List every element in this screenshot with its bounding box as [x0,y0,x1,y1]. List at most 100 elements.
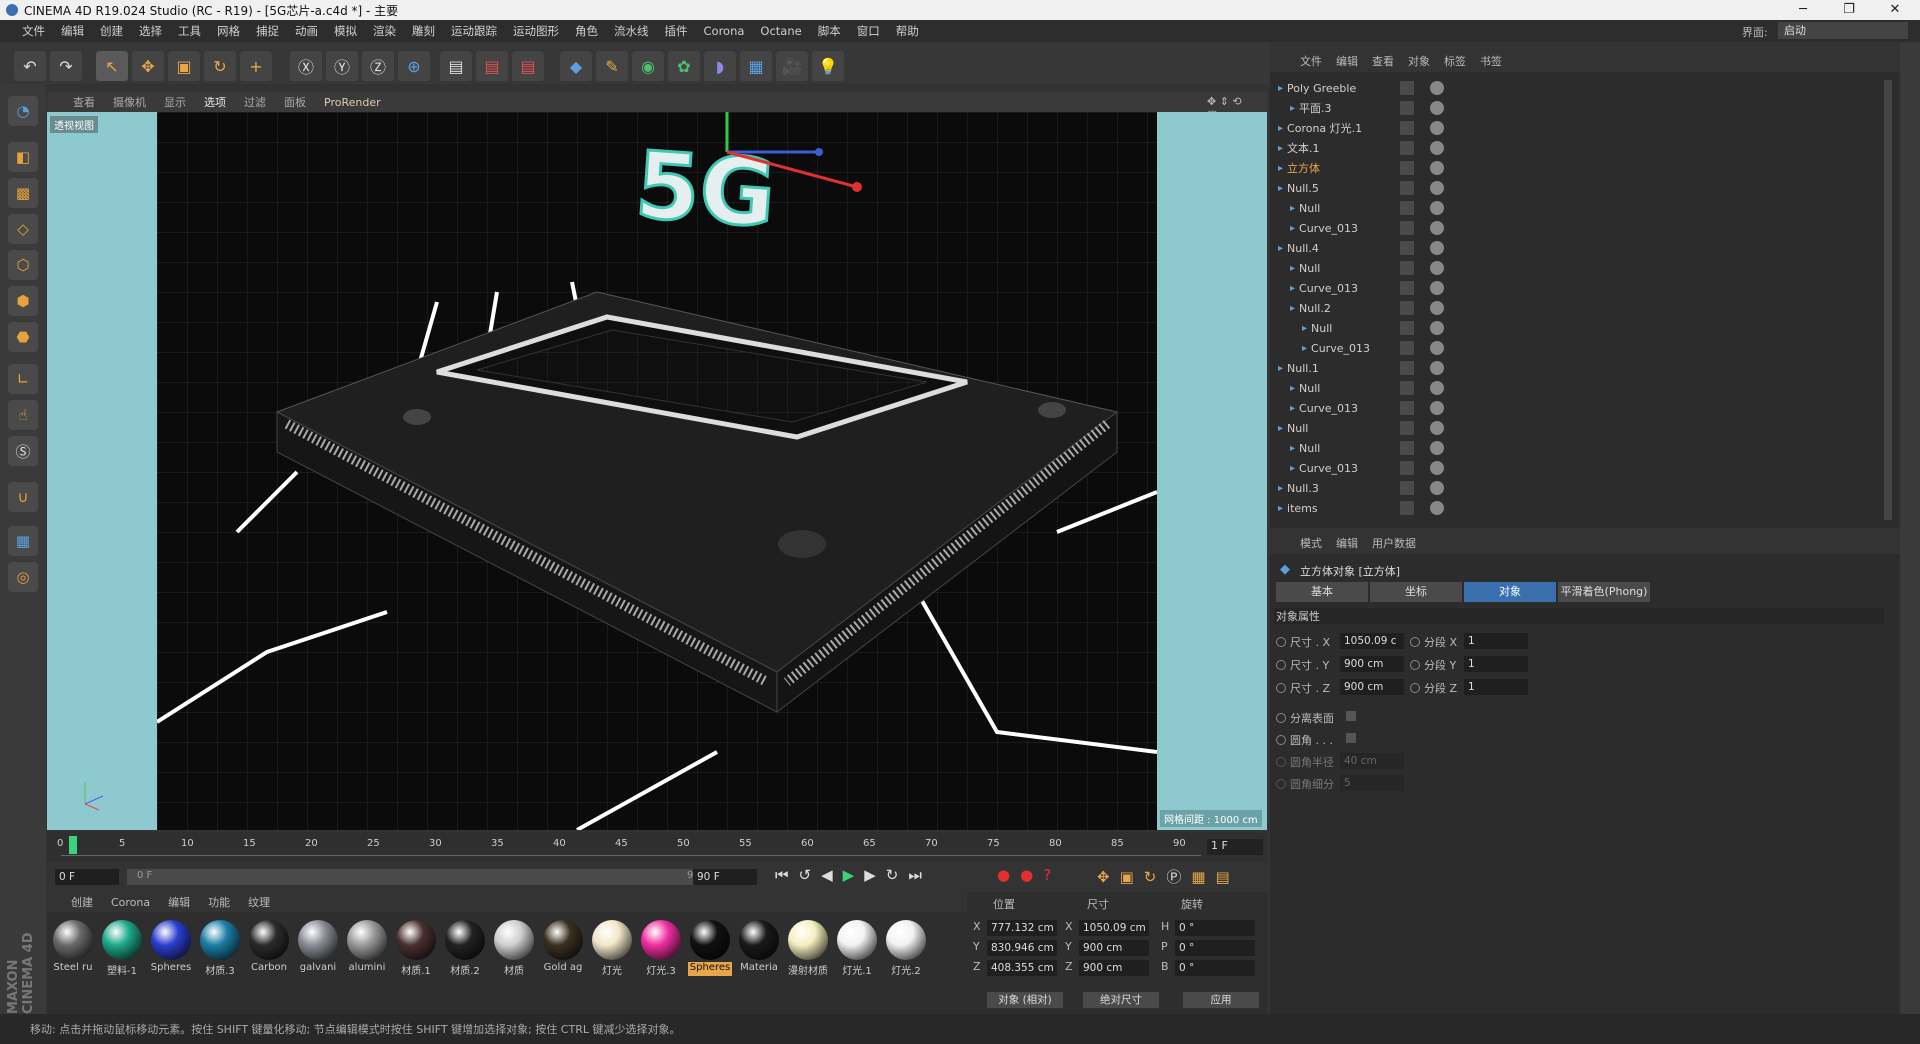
texture-mode-icon[interactable]: ▩ [8,178,38,208]
menu-item[interactable]: 捕捉 [248,23,287,39]
coord-mode-select[interactable]: 对象 (相对) [987,992,1063,1008]
visibility-toggle-icon[interactable] [1400,221,1414,235]
tab-phong[interactable]: 平滑着色(Phong) [1558,582,1650,602]
layout-select[interactable]: 启动 [1778,22,1908,39]
tab-basic[interactable]: 基本 [1276,582,1368,602]
object-tag-icon[interactable] [1430,361,1444,375]
timeline-track[interactable] [61,838,1201,856]
menu-item[interactable]: 窗口 [849,23,888,39]
visibility-toggle-icon[interactable] [1400,481,1414,495]
object-tag-icon[interactable] [1430,101,1444,115]
attribute-menu-item[interactable]: 编辑 [1336,535,1358,551]
menu-item[interactable]: 模拟 [326,23,365,39]
object-tag-icon[interactable] [1430,501,1444,515]
visibility-toggle-icon[interactable] [1400,141,1414,155]
visibility-toggle-icon[interactable] [1400,301,1414,315]
make-editable-icon[interactable]: ◔ [8,96,38,126]
viewport-menu-item[interactable]: 面板 [284,94,306,110]
magnet-icon[interactable]: ∪ [8,482,38,512]
object-menu-item[interactable]: 标签 [1444,53,1466,69]
object-tag-icon[interactable] [1430,141,1444,155]
x-axis-lock-icon[interactable]: Ⓧ [290,51,322,81]
material-swatch[interactable]: 材质.1 [394,918,438,976]
viewport-menu-item[interactable]: 选项 [204,94,226,110]
visibility-toggle-icon[interactable] [1400,261,1414,275]
record-icon[interactable]: ● [997,866,1020,884]
visibility-toggle-icon[interactable] [1400,101,1414,115]
material-swatch[interactable]: 灯光.3 [639,918,683,976]
material-swatch[interactable]: Gold ag [541,918,585,976]
object-tag-icon[interactable] [1430,301,1444,315]
pen-spline-icon[interactable]: ✎ [596,51,628,81]
material-swatch[interactable]: galvani [296,918,340,976]
visibility-toggle-icon[interactable] [1400,381,1414,395]
size-field[interactable]: 900 cm [1079,960,1149,976]
prev-key-icon[interactable]: ↺ [799,866,822,884]
timeline-window-icon[interactable]: ▤ [1216,868,1240,886]
z-axis-lock-icon[interactable]: Ⓩ [362,51,394,81]
viewport[interactable]: 5G [47,112,1267,830]
attribute-menu-item[interactable]: 用户数据 [1372,535,1416,551]
deformer-icon[interactable]: ◗ [704,51,736,81]
object-menu-item[interactable]: 对象 [1408,53,1430,69]
workplane-icon[interactable]: ◇ [8,214,38,244]
key-mode-controls[interactable]: ✥▣↻Ⓟ▦▤ [1097,866,1240,887]
axis-mode-icon[interactable]: ∟ [8,364,38,394]
object-row[interactable]: ▸ 立方体 [1270,158,1880,178]
menu-item[interactable]: 文件 [14,23,53,39]
object-tag-icon[interactable] [1430,321,1444,335]
visibility-toggle-icon[interactable] [1400,181,1414,195]
material-menu-item[interactable]: 创建 [71,894,93,910]
size-z-field[interactable]: 900 cm [1340,679,1404,695]
key-scale-icon[interactable]: ▣ [1120,868,1144,886]
rotation-field[interactable]: 0 ° [1175,960,1255,976]
object-tag-icon[interactable] [1430,381,1444,395]
tab-coord[interactable]: 坐标 [1370,582,1462,602]
menu-item[interactable]: Corona [696,24,753,38]
object-tag-icon[interactable] [1430,221,1444,235]
material-swatch[interactable]: Carbon [247,918,291,976]
menu-item[interactable]: 帮助 [888,23,927,39]
menu-item[interactable]: 流水线 [606,23,657,39]
go-to-start-icon[interactable]: ⏮ [775,866,799,884]
object-row[interactable]: ▸ Null [1270,318,1880,338]
menu-item[interactable]: 插件 [657,23,696,39]
menu-item[interactable]: 动画 [287,23,326,39]
object-tag-icon[interactable] [1430,201,1444,215]
object-tag-icon[interactable] [1430,481,1444,495]
object-row[interactable]: ▸ Curve_013 [1270,338,1880,358]
seg-y-field[interactable]: 1 [1464,656,1528,672]
floor-icon[interactable]: ▦ [740,51,772,81]
scale-tool-icon[interactable]: ▣ [168,51,200,81]
attribute-menu-item[interactable]: 模式 [1300,535,1322,551]
material-swatch[interactable]: 塑料-1 [100,918,144,976]
playhead[interactable] [69,836,77,854]
object-tag-icon[interactable] [1430,441,1444,455]
material-swatch[interactable]: 灯光.1 [835,918,879,976]
material-swatch[interactable]: 灯光 [590,918,634,976]
render-picture-viewer-icon[interactable]: ▤ [476,51,508,81]
current-frame-field[interactable]: 0 F [55,869,119,885]
size-y-field[interactable]: 900 cm [1340,656,1404,672]
render-area[interactable]: 5G [157,112,1157,830]
play-icon[interactable]: ▶ [843,866,865,884]
menu-item[interactable]: 角色 [567,23,606,39]
rotate-tool-icon[interactable]: ↻ [204,51,236,81]
object-row[interactable]: ▸ Null.3 [1270,478,1880,498]
menu-item[interactable]: 编辑 [53,23,92,39]
object-row[interactable]: ▸ Curve_013 [1270,218,1880,238]
key-position-icon[interactable]: ✥ [1097,868,1120,886]
key-param-icon[interactable]: Ⓟ [1166,868,1191,886]
viewport-menu-item[interactable]: 显示 [164,94,186,110]
material-swatch[interactable]: Steel ru [51,918,95,976]
object-row[interactable]: ▸ Curve_013 [1270,398,1880,418]
menu-item[interactable]: 选择 [131,23,170,39]
size-field[interactable]: 1050.09 cm [1079,920,1149,936]
viewport-menu-item[interactable]: ProRender [324,96,381,109]
material-swatch[interactable]: Materia [737,918,781,976]
object-menu-item[interactable]: 查看 [1372,53,1394,69]
object-tag-icon[interactable] [1430,281,1444,295]
end-frame-field[interactable]: 1 F [1207,839,1263,855]
visibility-toggle-icon[interactable] [1400,461,1414,475]
material-menu-item[interactable]: 纹理 [248,894,270,910]
